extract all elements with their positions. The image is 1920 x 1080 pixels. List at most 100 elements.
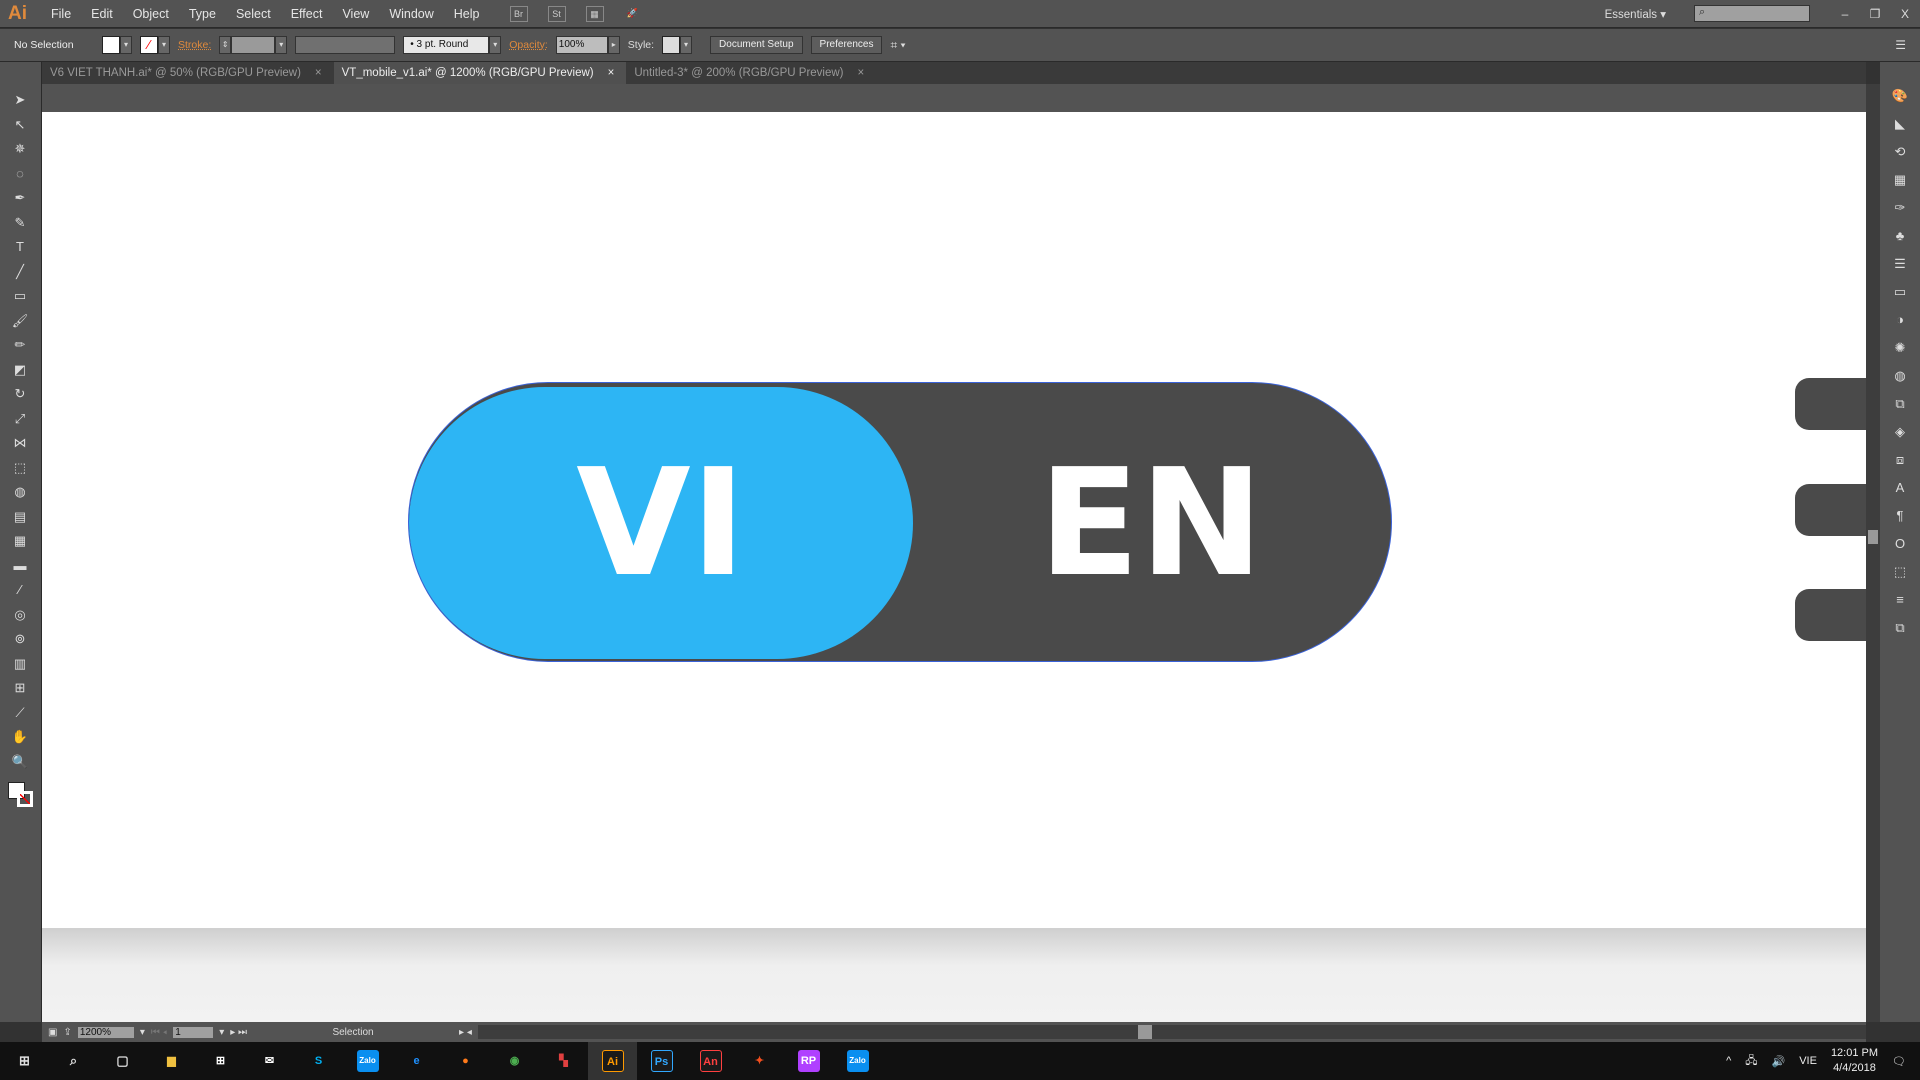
menu-effect[interactable]: Effect (281, 7, 333, 21)
stock-button[interactable]: St (547, 5, 566, 22)
menu-object[interactable]: Object (123, 7, 179, 21)
rotate-tool-icon[interactable]: ↻ (10, 386, 30, 404)
menu-select[interactable]: Select (226, 7, 281, 21)
symbol-sprayer-tool-icon[interactable]: ⊚ (10, 631, 30, 649)
taskbar-app-skype[interactable]: S (294, 1042, 343, 1080)
shape-builder-tool-icon[interactable]: ◍ (10, 484, 30, 502)
clock[interactable]: 12:01 PM 4/4/2018 (1831, 1046, 1878, 1076)
stroke-swatch[interactable] (17, 790, 33, 807)
stroke-panel-icon[interactable]: ☰ (1891, 256, 1909, 272)
align-icon[interactable]: ≡ (1891, 592, 1909, 608)
opentype-icon[interactable]: O (1891, 536, 1909, 552)
stroke-weight-stepper[interactable]: ⇕ (219, 36, 232, 54)
slice-tool-icon[interactable]: ⟋ (10, 705, 30, 723)
vertical-scrollbar[interactable] (1866, 84, 1880, 1022)
taskbar-app-illustrator[interactable]: Ai (588, 1042, 637, 1080)
arrange-documents-icon[interactable]: ▦ (585, 5, 604, 22)
menu-window[interactable]: Window (379, 7, 443, 21)
gpu-icon[interactable]: ▣ (48, 1027, 57, 1038)
isolate-icon[interactable]: ⌗ ▾ (890, 38, 905, 53)
panel-menu-icon[interactable]: ☰ (1895, 38, 1906, 52)
graphic-styles-icon[interactable]: ◍ (1891, 368, 1909, 384)
stroke-weight-dropdown[interactable]: ▾ (275, 36, 288, 54)
gradient-tool-icon[interactable]: ▬ (10, 558, 30, 576)
pen-tool-icon[interactable]: ✒ (10, 190, 30, 208)
blend-tool-icon[interactable]: ◎ (10, 607, 30, 625)
action-center-icon[interactable]: 🗨 (1892, 1055, 1906, 1068)
horizontal-scrollbar[interactable] (477, 1025, 1866, 1039)
taskbar-app-store[interactable]: ⊞ (196, 1042, 245, 1080)
search-input[interactable]: ⌕ (1694, 5, 1810, 22)
perspective-grid-tool-icon[interactable]: ▤ (10, 509, 30, 527)
color-guide-icon[interactable]: ◣ (1891, 116, 1909, 132)
preferences-button[interactable]: Preferences (810, 36, 883, 54)
menu-edit[interactable]: Edit (81, 7, 123, 21)
appearance-icon[interactable]: ✺ (1891, 340, 1909, 356)
tab-v6-viet-thanh[interactable]: V6 VIET THANH.ai* @ 50% (RGB/GPU Preview… (42, 62, 334, 84)
opacity-field[interactable]: 100% (555, 36, 608, 54)
transform-icon[interactable]: ⬚ (1891, 564, 1909, 580)
tray-overflow-icon[interactable]: ^ (1726, 1055, 1731, 1067)
width-tool-icon[interactable]: ⋈ (10, 435, 30, 453)
taskbar-app-edge[interactable]: e (392, 1042, 441, 1080)
workspace-switcher[interactable]: Essentials ▾ (1605, 7, 1694, 21)
paragraph-icon[interactable]: ¶ (1891, 508, 1909, 524)
scale-tool-icon[interactable]: ⤢ (10, 411, 30, 429)
restore-button[interactable]: ❐ (1860, 7, 1890, 21)
brush-dropdown[interactable]: ▾ (489, 36, 502, 54)
pathfinder-icon[interactable]: ⧉ (1891, 620, 1909, 636)
horizontal-scroll-thumb[interactable] (1137, 1025, 1152, 1039)
artboard-next-last[interactable]: ▸ ⏭ (230, 1027, 247, 1038)
fill-swatch[interactable] (102, 36, 120, 54)
menu-file[interactable]: File (41, 7, 81, 21)
brushes-icon[interactable]: ✑ (1891, 200, 1909, 216)
taskbar-app-figma[interactable]: ✦ (735, 1042, 784, 1080)
symbols-icon[interactable]: ♣ (1891, 228, 1909, 244)
language-indicator[interactable]: VIE (1799, 1055, 1817, 1067)
minimize-button[interactable]: – (1830, 7, 1860, 21)
close-button[interactable]: X (1890, 7, 1920, 21)
line-tool-icon[interactable]: ╱ (10, 264, 30, 282)
taskbar-app-zalo[interactable]: Zalo (343, 1042, 392, 1080)
taskbar-app-app[interactable]: ▚ (539, 1042, 588, 1080)
swatches-icon[interactable]: ▦ (1891, 172, 1909, 188)
stroke-weight-field[interactable] (231, 36, 276, 54)
color-panel-icon[interactable]: 🎨 (1891, 88, 1909, 104)
taskbar-app-chrome[interactable]: ◉ (490, 1042, 539, 1080)
tab-close-icon[interactable]: × (315, 62, 322, 84)
selection-tool-icon[interactable]: ➤ (10, 92, 30, 110)
tab-untitled-3[interactable]: Untitled-3* @ 200% (RGB/GPU Preview) × (626, 62, 876, 84)
search-button[interactable]: ⌕ (49, 1042, 98, 1080)
taskbar-app-zalo-2[interactable]: Zalo (833, 1042, 882, 1080)
direct-selection-tool-icon[interactable]: ↖ (10, 117, 30, 135)
rectangle-tool-icon[interactable]: ▭ (10, 288, 30, 306)
menu-view[interactable]: View (332, 7, 379, 21)
artboards-icon[interactable]: ⧈ (1891, 452, 1909, 468)
bridge-button[interactable]: Br (509, 5, 528, 22)
taskbar-app-mail[interactable]: ✉ (245, 1042, 294, 1080)
graphic-style-swatch[interactable] (662, 36, 681, 54)
cc-libraries-icon[interactable]: ⟲ (1891, 144, 1909, 160)
gradient-panel-icon[interactable]: ▭ (1891, 284, 1909, 300)
tab-close-icon[interactable]: × (608, 62, 615, 84)
taskbar-app-firefox[interactable]: ● (441, 1042, 490, 1080)
layers-icon[interactable]: ◈ (1891, 424, 1909, 440)
zoom-tool-icon[interactable]: 🔍 (10, 754, 30, 772)
free-transform-tool-icon[interactable]: ⬚ (10, 460, 30, 478)
fill-dropdown[interactable]: ▾ (120, 36, 132, 54)
taskbar-app-axure-rp[interactable]: RP (784, 1042, 833, 1080)
artboard-first-prev[interactable]: ⏮ ◂ (151, 1027, 167, 1038)
artboard-dropdown[interactable]: ▾ (219, 1027, 224, 1038)
type-tool-icon[interactable]: T (10, 239, 30, 257)
zoom-field[interactable]: 1200% (77, 1026, 134, 1038)
zoom-dropdown[interactable]: ▾ (140, 1027, 145, 1038)
curvature-tool-icon[interactable]: ✎ (10, 215, 30, 233)
paintbrush-tool-icon[interactable]: 🖌 (10, 313, 30, 331)
fill-stroke-swatches[interactable] (8, 781, 34, 808)
current-tool-status[interactable]: Selection (253, 1027, 453, 1038)
column-graph-tool-icon[interactable]: ▥ (10, 656, 30, 674)
start-button[interactable]: ⊞ (0, 1042, 49, 1080)
pasteboard[interactable] (42, 928, 1866, 1022)
mesh-tool-icon[interactable]: ▦ (10, 533, 30, 551)
share-icon[interactable]: ⇪ (63, 1027, 71, 1038)
